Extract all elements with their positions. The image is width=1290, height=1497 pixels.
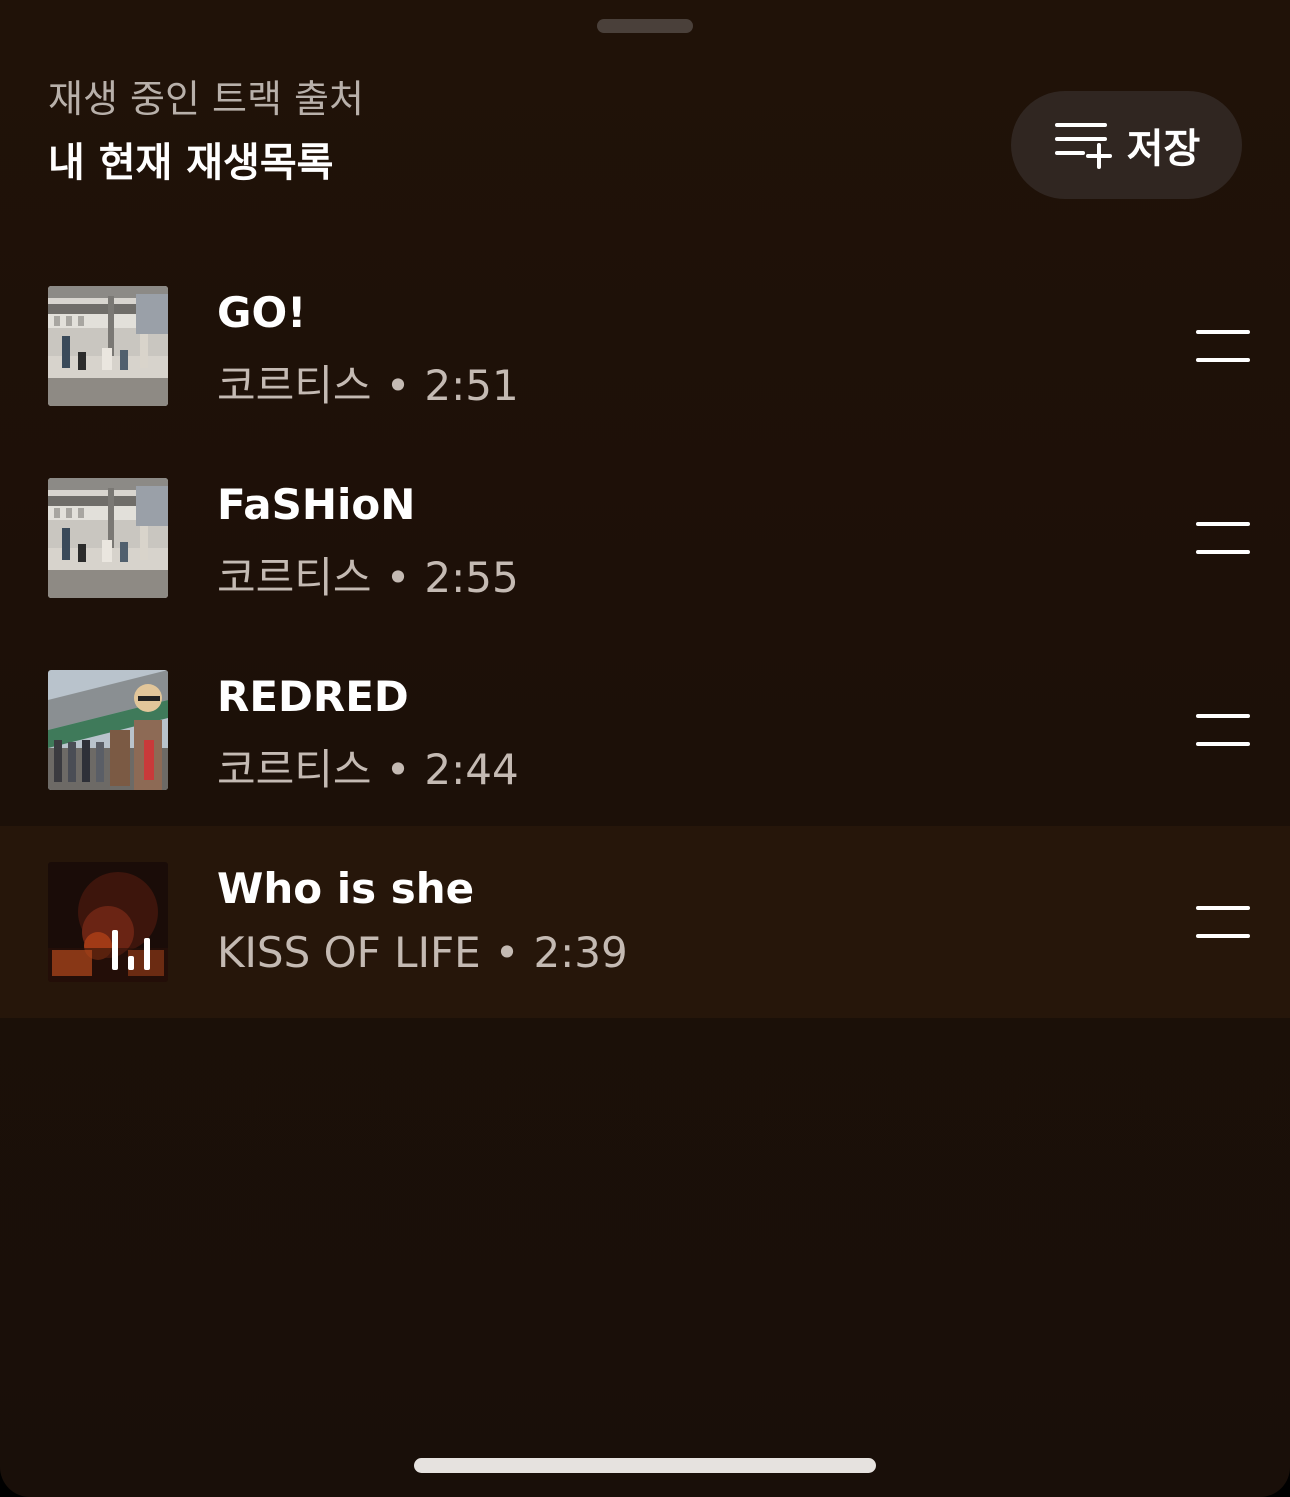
- track-meta: 코르티스 • 2:44: [217, 736, 519, 797]
- album-art: [48, 862, 168, 982]
- track-duration: 2:44: [424, 745, 519, 794]
- track-duration: 2:51: [424, 361, 519, 410]
- meta-separator: •: [385, 745, 411, 794]
- meta-separator: •: [385, 553, 411, 602]
- track-meta: KISS OF LIFE • 2:39: [217, 928, 628, 977]
- sheet-grabber[interactable]: [597, 19, 693, 33]
- track-row-now-playing[interactable]: Who is she KISS OF LIFE • 2:39: [0, 826, 1290, 1018]
- track-title: REDRED: [217, 672, 409, 721]
- track-title: GO!: [217, 288, 307, 337]
- source-label: 재생 중인 트랙 출처: [48, 77, 364, 121]
- track-title: Who is she: [217, 864, 475, 913]
- source-playlist-name[interactable]: 내 현재 재생목록: [48, 130, 333, 188]
- track-row[interactable]: FaSHioN 코르티스 • 2:55: [0, 442, 1290, 634]
- track-artist: 코르티스: [217, 553, 372, 602]
- track-duration: 2:39: [533, 928, 628, 977]
- track-artist: 코르티스: [217, 361, 372, 410]
- track-list: GO! 코르티스 • 2:51 FaSHioN 코르티스 • 2:55 REDR…: [0, 250, 1290, 1018]
- track-row[interactable]: REDRED 코르티스 • 2:44: [0, 634, 1290, 826]
- home-indicator[interactable]: [414, 1458, 876, 1473]
- save-button-label: 저장: [1126, 126, 1201, 172]
- track-artist: 코르티스: [217, 745, 372, 794]
- drag-handle-icon[interactable]: [1196, 330, 1252, 364]
- track-title: FaSHioN: [217, 480, 416, 529]
- meta-separator: •: [385, 361, 411, 410]
- drag-handle-icon[interactable]: [1196, 714, 1252, 748]
- queue-sheet: 재생 중인 트랙 출처 내 현재 재생목록 저장 GO! 코르티스 • 2:51…: [0, 0, 1290, 1497]
- now-playing-equalizer-icon: [112, 930, 152, 970]
- save-button[interactable]: 저장: [1011, 91, 1242, 199]
- album-art: [48, 478, 168, 598]
- track-meta: 코르티스 • 2:51: [217, 352, 519, 413]
- album-art: [48, 670, 168, 790]
- track-meta: 코르티스 • 2:55: [217, 544, 519, 605]
- track-row[interactable]: GO! 코르티스 • 2:51: [0, 250, 1290, 442]
- drag-handle-icon[interactable]: [1196, 906, 1252, 940]
- meta-separator: •: [494, 928, 520, 977]
- album-art: [48, 286, 168, 406]
- track-duration: 2:55: [424, 553, 519, 602]
- playlist-add-icon: [1054, 123, 1112, 169]
- track-artist: KISS OF LIFE: [217, 928, 481, 977]
- drag-handle-icon[interactable]: [1196, 522, 1252, 556]
